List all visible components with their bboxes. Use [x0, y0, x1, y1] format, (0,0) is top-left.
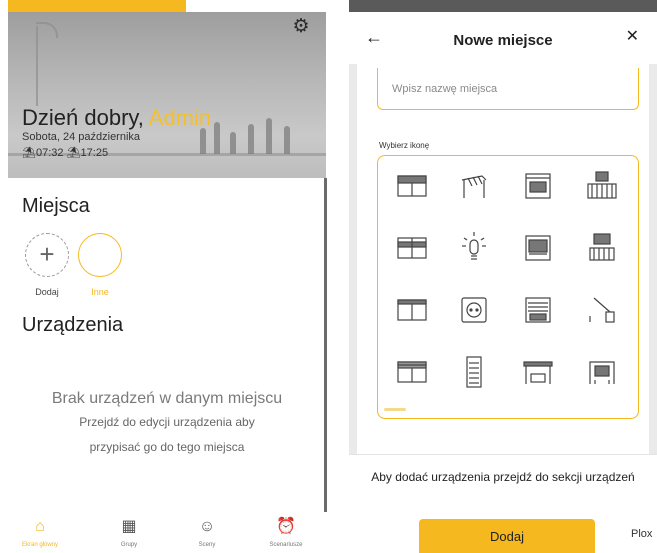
mask-icon: ☺: [198, 518, 216, 535]
car-gate-icon[interactable]: [582, 166, 622, 206]
date-label: Sobota, 24 października: [22, 131, 141, 143]
alarm-clock-icon: ⏰: [276, 518, 296, 535]
add-place-submit-button[interactable]: Dodaj: [419, 519, 595, 553]
home-screen: ⚙ Dzień dobry, Admin Sobota, 24 paździer…: [0, 0, 332, 553]
sunrise-icon: ⛱: [22, 147, 36, 159]
shutter-icon[interactable]: [392, 166, 432, 206]
home-icon: ⌂: [35, 518, 45, 535]
garage-shutter-icon[interactable]: [518, 290, 558, 330]
devices-title: Urządzenia: [22, 314, 124, 336]
barrier-icon[interactable]: [582, 290, 622, 330]
add-place-button[interactable]: +: [25, 233, 69, 277]
icon-picker-grid[interactable]: [377, 155, 639, 419]
section-divider: [349, 454, 657, 455]
greeting: Dzień dobry, Admin: [22, 105, 211, 131]
place-other-label: Inne: [91, 287, 109, 297]
plox-label[interactable]: Plox: [631, 528, 652, 540]
garage-car-icon[interactable]: [518, 166, 558, 206]
sun-times: ⛱07:32 ⛱17:25: [22, 146, 108, 159]
tab-groups[interactable]: ▦ Grupy: [94, 512, 164, 548]
user-name: Admin: [148, 105, 212, 130]
sunset-time: 17:25: [80, 147, 109, 159]
devices-hint: Aby dodać urządzenia przejdź do sekcji u…: [371, 470, 635, 484]
tab-scenes-label: Sceny: [198, 542, 216, 548]
carport-icon[interactable]: [518, 352, 558, 392]
pergola-icon[interactable]: [454, 166, 494, 206]
awning-window-icon[interactable]: [392, 290, 432, 330]
scrollbar[interactable]: [324, 178, 327, 512]
sunset-icon: ⛱: [66, 147, 81, 159]
empty-devices-title: Brak urządzeń w danym miejscu: [51, 390, 283, 407]
place-name-input[interactable]: [377, 68, 639, 110]
light-bulb-icon[interactable]: [454, 228, 494, 268]
settings-gear-icon[interactable]: ⚙: [292, 17, 310, 36]
lamp-arc-shape: [36, 22, 58, 38]
close-icon[interactable]: ✕: [626, 28, 639, 46]
greeting-text: Dzień dobry,: [22, 105, 149, 130]
tab-scenarios[interactable]: ⏰ Scenariusze: [251, 512, 321, 548]
window-blind-icon[interactable]: [392, 228, 432, 268]
right-gutter: [649, 64, 657, 454]
car-garage-open-icon[interactable]: [582, 352, 622, 392]
grid-icon: ▦: [121, 518, 137, 535]
new-place-screen: ← Nowe miejsce ✕ Wybierz ikonę: [349, 0, 657, 553]
vertical-blind-icon[interactable]: [454, 352, 494, 392]
page-title: Nowe miejsce: [453, 32, 553, 49]
icon-picker-label: Wybierz ikonę: [379, 141, 430, 150]
bottom-tab-bar: ⌂ Ekran główny ▦ Grupy ☺ Sceny ⏰ Scenari…: [0, 512, 326, 553]
tab-groups-label: Grupy: [120, 542, 138, 548]
places-title: Miejsca: [22, 195, 90, 217]
tab-scenes[interactable]: ☺ Sceny: [172, 512, 242, 548]
left-gutter: [349, 64, 357, 454]
form-card: Wybierz ikonę: [349, 64, 657, 454]
icon-grid-scroll-indicator[interactable]: [384, 408, 406, 411]
roller-shutter-icon[interactable]: [392, 352, 432, 392]
car-fence-icon[interactable]: [582, 228, 622, 268]
plus-icon: +: [39, 239, 55, 269]
tab-home-label: Ekran główny: [21, 542, 59, 548]
sunrise-time: 07:32: [35, 147, 64, 159]
place-other-button[interactable]: [78, 233, 122, 277]
garage-door-icon[interactable]: [518, 228, 558, 268]
tab-scenarios-label: Scenariusze: [269, 542, 303, 548]
empty-devices-line1: Przejdź do edycji urządzenia aby: [79, 415, 255, 429]
header: ← Nowe miejsce ✕: [349, 12, 657, 64]
lamp-post-shape: [36, 26, 38, 106]
empty-devices-line2: przypisać go do tego miejsca: [89, 440, 245, 454]
socket-icon[interactable]: [454, 290, 494, 330]
status-bar: [349, 0, 657, 12]
add-place-label: Dodaj: [35, 287, 59, 297]
tab-home[interactable]: ⌂ Ekran główny: [5, 512, 75, 548]
people-silhouettes: [196, 114, 306, 154]
status-bar-highlight: [8, 0, 186, 12]
form-body: Wybierz ikonę: [349, 64, 657, 454]
